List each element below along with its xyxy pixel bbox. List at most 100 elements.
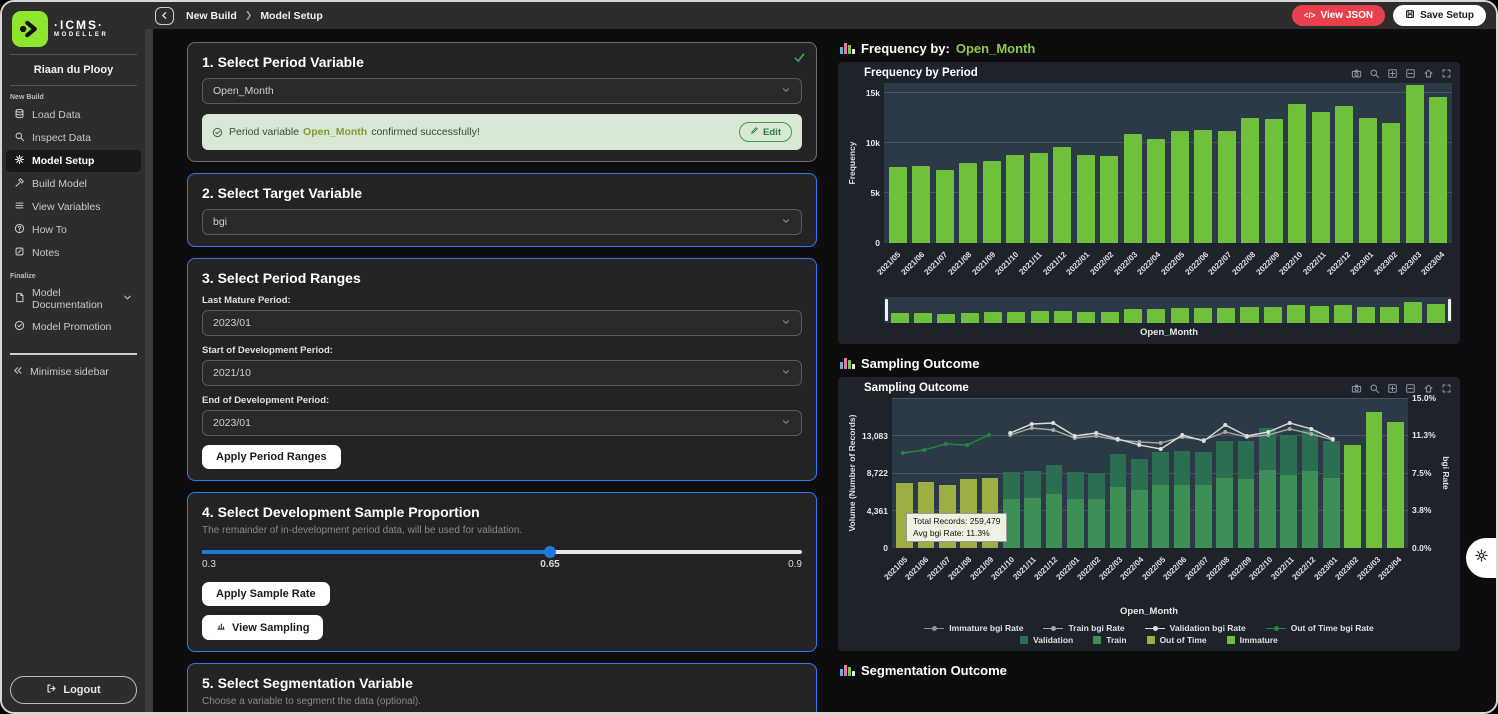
legend-line-swatch — [924, 625, 944, 632]
chart-icon — [216, 621, 226, 634]
legend-item-train[interactable]: Train — [1093, 635, 1126, 645]
zoom-out-icon[interactable] — [1405, 383, 1416, 394]
sidebar-item-how-to[interactable]: How To — [6, 219, 141, 241]
slider-handle[interactable] — [544, 546, 556, 558]
bar-segment-validation — [1323, 441, 1340, 478]
sidebar-item-model-setup[interactable]: Model Setup — [6, 150, 141, 172]
legend-color-swatch — [1227, 636, 1235, 644]
bar-slot — [1150, 398, 1171, 548]
step4-subtitle: The remainder of in-development period d… — [202, 525, 802, 536]
magnifier-icon[interactable] — [1369, 68, 1380, 79]
bar-slot — [1403, 83, 1427, 243]
sidebar-item-notes[interactable]: Notes — [6, 242, 141, 264]
magnifier-icon[interactable] — [1369, 383, 1380, 394]
frequency-bar-2023/04 — [1429, 97, 1447, 243]
frequency-x-axis-title: Open_Month — [846, 323, 1452, 340]
dev-start-select[interactable]: 2021/10 — [202, 360, 802, 386]
sidebar-item-label: Notes — [32, 247, 59, 259]
minimise-sidebar-button[interactable]: Minimise sidebar — [2, 355, 145, 389]
legend-item-out-of-time-bgi-rate[interactable]: Out of Time bgi Rate — [1266, 623, 1374, 633]
legend-item-out-of-time[interactable]: Out of Time — [1147, 635, 1207, 645]
sampling-chart-card: Sampling Outcome Volume (Number of Recor… — [838, 377, 1460, 651]
totals-annotation: Total Records: 259,479 Avg bgi Rate: 11.… — [906, 513, 1007, 542]
legend-item-train-bgi-rate[interactable]: Train bgi Rate — [1043, 623, 1124, 633]
last-mature-period-select[interactable]: 2023/01 — [202, 310, 802, 336]
bar-segment-train — [1131, 490, 1148, 548]
range-slider-bar — [937, 314, 955, 323]
apply-period-ranges-button[interactable]: Apply Period Ranges — [202, 445, 341, 469]
home-icon[interactable] — [1423, 68, 1434, 79]
frequency-range-slider[interactable] — [884, 297, 1452, 323]
last-mature-period-value: 2023/01 — [213, 317, 251, 329]
sidebar-item-model-documentation[interactable]: Model Documentation — [6, 283, 141, 315]
fullscreen-icon[interactable] — [1441, 383, 1452, 394]
view-json-button[interactable]: </> View JSON — [1292, 5, 1385, 26]
frequency-bar-2021/11 — [1030, 153, 1048, 243]
check-circle-icon — [212, 127, 223, 138]
legend-item-validation[interactable]: Validation — [1020, 635, 1073, 645]
frequency-bar-2021/05 — [889, 167, 907, 243]
camera-icon[interactable] — [1351, 383, 1362, 394]
apply-sample-rate-button[interactable]: Apply Sample Rate — [202, 582, 330, 606]
dev-end-select[interactable]: 2023/01 — [202, 410, 802, 436]
sidebar-item-inspect-data[interactable]: Inspect Data — [6, 127, 141, 149]
breadcrumb-model-setup[interactable]: Model Setup — [260, 10, 322, 22]
bar-slot — [1121, 83, 1145, 243]
legend-item-validation-bgi-rate[interactable]: Validation bgi Rate — [1145, 623, 1246, 633]
logout-button[interactable]: Logout — [10, 676, 137, 704]
legend-line-swatch — [1043, 625, 1063, 632]
zoom-out-icon[interactable] — [1405, 68, 1416, 79]
camera-icon[interactable] — [1351, 68, 1362, 79]
app-window: ·ICMS· MODELLER Riaan du Plooy New Build… — [0, 0, 1498, 714]
legend-item-immature-bgi-rate[interactable]: Immature bgi Rate — [924, 623, 1023, 633]
sidebar-item-label: Build Model — [32, 178, 87, 190]
sidebar-item-view-variables[interactable]: View Variables — [6, 196, 141, 218]
legend-item-immature[interactable]: Immature — [1227, 635, 1278, 645]
notes-icon — [14, 246, 25, 260]
save-setup-button[interactable]: Save Setup — [1393, 5, 1486, 26]
bar-slot — [1065, 398, 1086, 548]
bar-segment-validation — [1174, 451, 1191, 485]
frequency-chart-card: Frequency by Period Frequency 05k10k15k … — [838, 62, 1460, 344]
sampling-right-ticks: 0.0%3.8%7.5%11.3%15.0% — [1408, 398, 1440, 548]
bar-slot — [1262, 83, 1286, 243]
sidebar-item-load-data[interactable]: Load Data — [6, 104, 141, 126]
step5-title: 5. Select Segmentation Variable — [202, 675, 802, 691]
sidebar-item-model-promotion[interactable]: Model Promotion — [6, 316, 141, 338]
bar-slot — [1385, 398, 1406, 548]
fullscreen-icon[interactable] — [1441, 68, 1452, 79]
range-slider-bar — [1031, 311, 1049, 323]
range-slider-bar — [1357, 307, 1375, 323]
sampling-section-header: Sampling Outcome — [838, 352, 1460, 377]
zoom-in-icon[interactable] — [1387, 68, 1398, 79]
y-tick-label: 11.3% — [1412, 430, 1436, 440]
zoom-in-icon[interactable] — [1387, 383, 1398, 394]
range-slider-left-handle[interactable] — [885, 299, 888, 321]
range-slider-bar — [1264, 307, 1282, 323]
x-tick: 2023/04 — [1387, 552, 1409, 602]
view-sampling-button[interactable]: View Sampling — [202, 615, 323, 640]
frequency-plot-area[interactable] — [884, 83, 1452, 243]
bar-segment-validation — [1238, 441, 1255, 478]
range-slider-right-handle[interactable] — [1448, 299, 1451, 321]
target-variable-select[interactable]: bgi — [202, 209, 802, 235]
sample-proportion-slider[interactable] — [202, 545, 802, 557]
sampling-plot-area[interactable]: Total Records: 259,479 Avg bgi Rate: 11.… — [892, 398, 1408, 548]
breadcrumb-new-build[interactable]: New Build — [186, 10, 237, 22]
back-button[interactable] — [155, 7, 174, 25]
frequency-y-ticks: 05k10k15k — [858, 83, 884, 243]
frequency-bar-2023/01 — [1359, 118, 1377, 243]
edit-button[interactable]: Edit — [739, 122, 792, 142]
home-icon[interactable] — [1423, 383, 1434, 394]
y-tick-label: 15k — [866, 88, 880, 98]
message-prefix: Period variable — [229, 126, 299, 138]
period-variable-select[interactable]: Open_Month — [202, 78, 802, 104]
bar-slot — [910, 83, 934, 243]
list-icon — [14, 200, 25, 214]
bar-slot — [1342, 398, 1363, 548]
bar-slot — [1286, 83, 1310, 243]
bar-slot — [1299, 398, 1320, 548]
sidebar-item-build-model[interactable]: Build Model — [6, 173, 141, 195]
main-scrollbar[interactable] — [145, 29, 153, 712]
frequency-bar-2022/11 — [1312, 112, 1330, 243]
